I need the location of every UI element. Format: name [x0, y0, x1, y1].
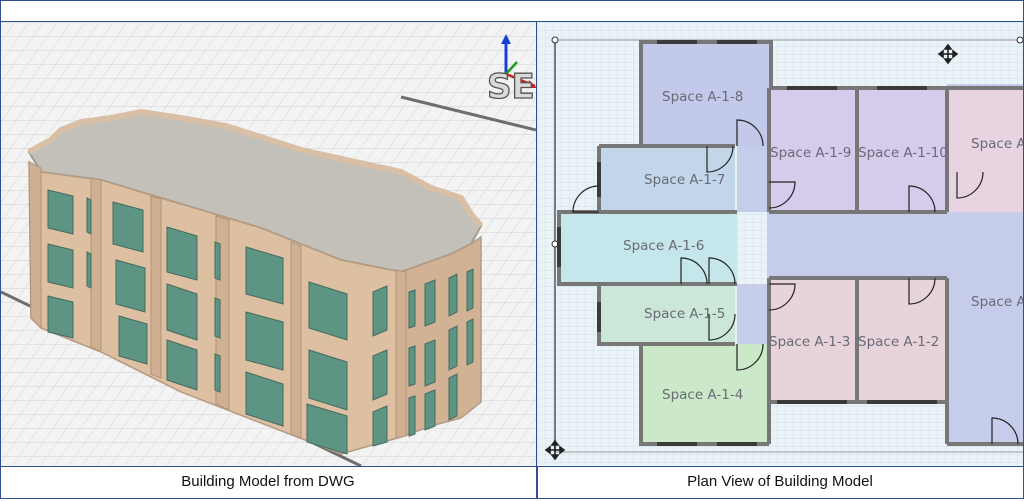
plan-viewport[interactable]: Space A-1-8 Space A-1-9 Space A-1-10 Spa…	[537, 22, 1023, 466]
figure-top-strip	[0, 0, 1024, 22]
room-label-a15: Space A-1-5	[644, 306, 725, 322]
3d-viewport[interactable]: SE	[1, 22, 536, 466]
right-caption: Plan View of Building Model	[687, 473, 873, 490]
room-label-a12: Space A-1-2	[858, 334, 939, 350]
room-label-a1r: Space A	[971, 136, 1023, 152]
boundary-handle[interactable]	[551, 36, 559, 44]
room-label-a110: Space A-1-10	[858, 145, 948, 161]
view-cube-label: SE	[487, 67, 535, 107]
boundary-handle[interactable]	[1016, 36, 1023, 44]
room-label-a14: Space A-1-4	[662, 387, 743, 403]
room-label-a13: Space A-1-3	[769, 334, 850, 350]
room-label-a17: Space A-1-7	[644, 172, 725, 188]
figure-frame: SE Space A-1-8 Space A-1-9 Space A-1-10 …	[0, 0, 1024, 501]
room-label-a1c: Space A	[971, 294, 1023, 310]
room-label-a18: Space A-1-8	[662, 89, 743, 105]
room-label-a16: Space A-1-6	[623, 238, 704, 254]
room-label-a19: Space A-1-9	[770, 145, 851, 161]
left-caption: Building Model from DWG	[181, 473, 355, 490]
